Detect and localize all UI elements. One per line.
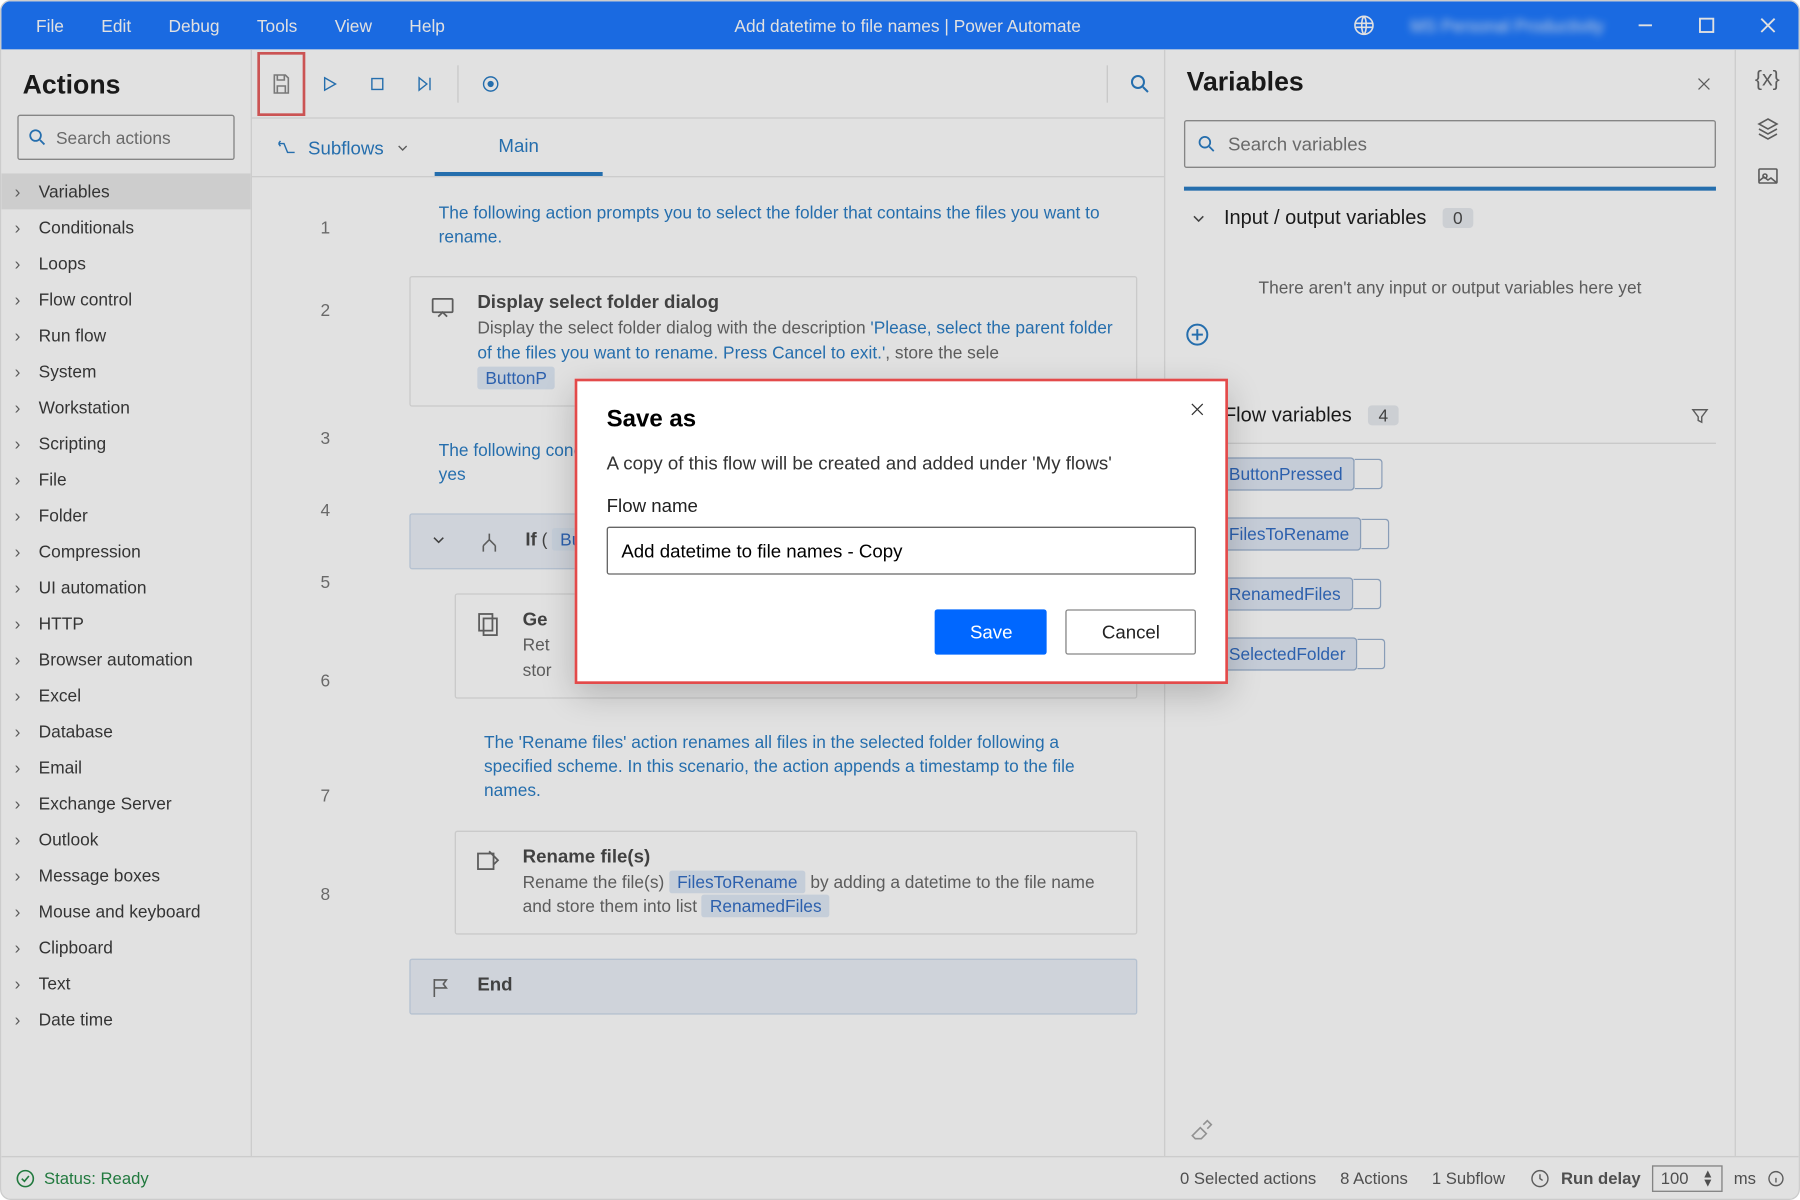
save-as-dialog: Save as A copy of this flow will be crea…: [575, 379, 1228, 684]
dialog-close-button[interactable]: [1188, 400, 1207, 419]
cancel-button[interactable]: Cancel: [1066, 609, 1196, 654]
dialog-title: Save as: [607, 405, 1196, 433]
flow-name-label: Flow name: [607, 495, 698, 516]
flow-name-input[interactable]: [607, 527, 1196, 575]
dialog-description: A copy of this flow will be created and …: [607, 452, 1196, 473]
close-icon: [1188, 400, 1207, 419]
save-button[interactable]: Save: [935, 609, 1047, 654]
